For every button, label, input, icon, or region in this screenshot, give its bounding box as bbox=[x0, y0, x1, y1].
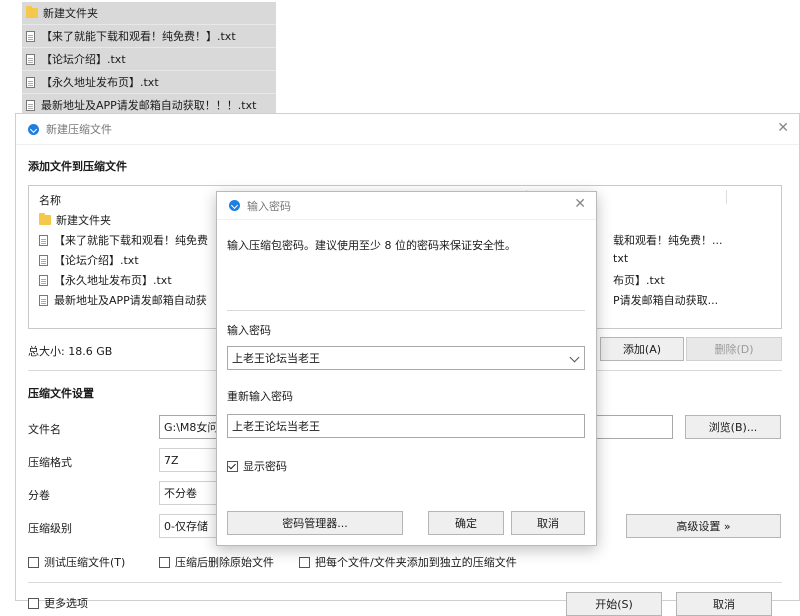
delete-button[interactable]: 删除(D) bbox=[686, 337, 782, 361]
text-file-icon bbox=[26, 53, 35, 65]
text-file-icon bbox=[39, 274, 48, 286]
explorer-item-label: 【永久地址发布页】.txt bbox=[41, 76, 159, 89]
file-name: 最新地址及APP请发邮箱自动获 bbox=[54, 294, 207, 307]
checkbox[interactable] bbox=[28, 556, 39, 568]
file-name: 【来了就能下载和观看！纯免费 bbox=[54, 234, 208, 247]
explorer-item[interactable]: 【论坛介绍】.txt bbox=[22, 48, 276, 71]
table-row[interactable]: 【论坛介绍】.txt bbox=[39, 252, 139, 268]
table-row[interactable]: 最新地址及APP请发邮箱自动获 bbox=[39, 292, 207, 308]
explorer-item-label: 最新地址及APP请发邮箱自动获取！！！.txt bbox=[41, 99, 257, 112]
split-label: 分卷 bbox=[28, 489, 50, 502]
app-logo-icon bbox=[28, 123, 39, 135]
format-select[interactable]: 7Z bbox=[159, 448, 219, 472]
option-label: 压缩后删除原始文件 bbox=[175, 556, 274, 569]
password-manager-button[interactable]: 密码管理器... bbox=[227, 511, 403, 535]
password-dialog: 输入密码 ✕ 输入压缩包密码。建议使用至少 8 位的密码来保证安全性。 输入密码… bbox=[216, 191, 597, 546]
delete-after-option[interactable]: 压缩后删除原始文件 bbox=[159, 554, 274, 570]
text-file-icon bbox=[39, 254, 48, 266]
advanced-settings-button[interactable]: 高级设置 » bbox=[626, 514, 781, 538]
add-button[interactable]: 添加(A) bbox=[600, 337, 684, 361]
explorer-item[interactable]: 【永久地址发布页】.txt bbox=[22, 71, 276, 94]
window-titlebar: 新建压缩文件 bbox=[16, 114, 799, 145]
password-hint: 输入压缩包密码。建议使用至少 8 位的密码来保证安全性。 bbox=[227, 239, 516, 252]
reenter-password-label: 重新输入密码 bbox=[227, 390, 293, 403]
file-name-overflow: txt bbox=[613, 252, 629, 265]
text-file-icon bbox=[26, 30, 35, 42]
file-name-overflow: 载和观看！纯免费！... bbox=[613, 234, 723, 247]
file-name-overflow: 布页】.txt bbox=[613, 274, 665, 287]
split-select[interactable]: 不分卷 bbox=[159, 481, 219, 505]
explorer-item[interactable]: 新建文件夹 bbox=[22, 2, 276, 25]
option-label: 更多选项 bbox=[44, 597, 88, 610]
level-label: 压缩级别 bbox=[28, 522, 72, 535]
text-file-icon bbox=[39, 234, 48, 246]
file-name-overflow: P请发邮箱自动获取... bbox=[613, 294, 719, 307]
text-file-icon bbox=[26, 76, 35, 88]
option-label: 显示密码 bbox=[243, 460, 287, 473]
table-row[interactable]: 【永久地址发布页】.txt bbox=[39, 272, 172, 288]
checkbox[interactable] bbox=[299, 556, 310, 568]
dialog-title: 输入密码 bbox=[247, 199, 291, 213]
table-row[interactable]: 新建文件夹 bbox=[39, 212, 111, 228]
text-file-icon bbox=[39, 294, 48, 306]
chevron-down-icon[interactable] bbox=[569, 352, 580, 363]
format-label: 压缩格式 bbox=[28, 456, 72, 469]
checkbox[interactable] bbox=[28, 597, 39, 609]
file-name: 【永久地址发布页】.txt bbox=[54, 274, 172, 287]
total-size: 总大小: 18.6 GB bbox=[28, 345, 113, 358]
file-list-header: 名称 bbox=[39, 194, 61, 207]
divider bbox=[28, 582, 782, 583]
filename-label: 文件名 bbox=[28, 423, 61, 436]
file-name: 新建文件夹 bbox=[56, 214, 111, 227]
password-input[interactable]: 上老王论坛当老王 bbox=[227, 346, 585, 370]
test-archive-option[interactable]: 测试压缩文件(T) bbox=[28, 554, 125, 570]
window-title: 新建压缩文件 bbox=[46, 123, 112, 136]
option-label: 把每个文件/文件夹添加到独立的压缩文件 bbox=[315, 556, 517, 569]
more-options-toggle[interactable]: 更多选项 bbox=[28, 595, 88, 611]
explorer-item-label: 新建文件夹 bbox=[43, 7, 98, 20]
close-icon[interactable]: ✕ bbox=[574, 196, 586, 212]
column-divider bbox=[726, 190, 727, 204]
section-add-files-heading: 添加文件到压缩文件 bbox=[28, 160, 127, 173]
dialog-titlebar: 输入密码 bbox=[217, 192, 596, 220]
level-select[interactable]: 0-仅存储 bbox=[159, 514, 219, 538]
enter-password-label: 输入密码 bbox=[227, 324, 271, 337]
password-value: 上老王论坛当老王 bbox=[232, 352, 320, 365]
section-settings-heading: 压缩文件设置 bbox=[28, 387, 94, 400]
checkbox[interactable] bbox=[227, 460, 238, 472]
reenter-password-input[interactable]: 上老王论坛当老王 bbox=[227, 414, 585, 438]
cancel-button[interactable]: 取消 bbox=[676, 592, 772, 616]
text-file-icon bbox=[26, 99, 35, 111]
close-icon[interactable]: ✕ bbox=[777, 120, 789, 136]
explorer-item-label: 【论坛介绍】.txt bbox=[41, 53, 126, 66]
show-password-option[interactable]: 显示密码 bbox=[227, 458, 287, 474]
browse-button[interactable]: 浏览(B)... bbox=[685, 415, 781, 439]
option-label: 测试压缩文件(T) bbox=[44, 556, 126, 569]
explorer-item[interactable]: 【来了就能下载和观看！纯免费！】.txt bbox=[22, 25, 276, 48]
divider bbox=[227, 310, 585, 311]
folder-icon bbox=[39, 213, 51, 225]
app-logo-icon bbox=[229, 200, 240, 211]
start-button[interactable]: 开始(S) bbox=[566, 592, 662, 616]
explorer-selection-list: 新建文件夹 【来了就能下载和观看！纯免费！】.txt 【论坛介绍】.txt 【永… bbox=[22, 2, 276, 117]
ok-button[interactable]: 确定 bbox=[428, 511, 504, 535]
file-name: 【论坛介绍】.txt bbox=[54, 254, 139, 267]
separate-archives-option[interactable]: 把每个文件/文件夹添加到独立的压缩文件 bbox=[299, 554, 517, 570]
folder-icon bbox=[26, 6, 38, 18]
table-row[interactable]: 【来了就能下载和观看！纯免费 bbox=[39, 232, 208, 248]
explorer-item-label: 【来了就能下载和观看！纯免费！】.txt bbox=[41, 30, 236, 43]
cancel-button[interactable]: 取消 bbox=[511, 511, 585, 535]
checkbox[interactable] bbox=[159, 556, 170, 568]
